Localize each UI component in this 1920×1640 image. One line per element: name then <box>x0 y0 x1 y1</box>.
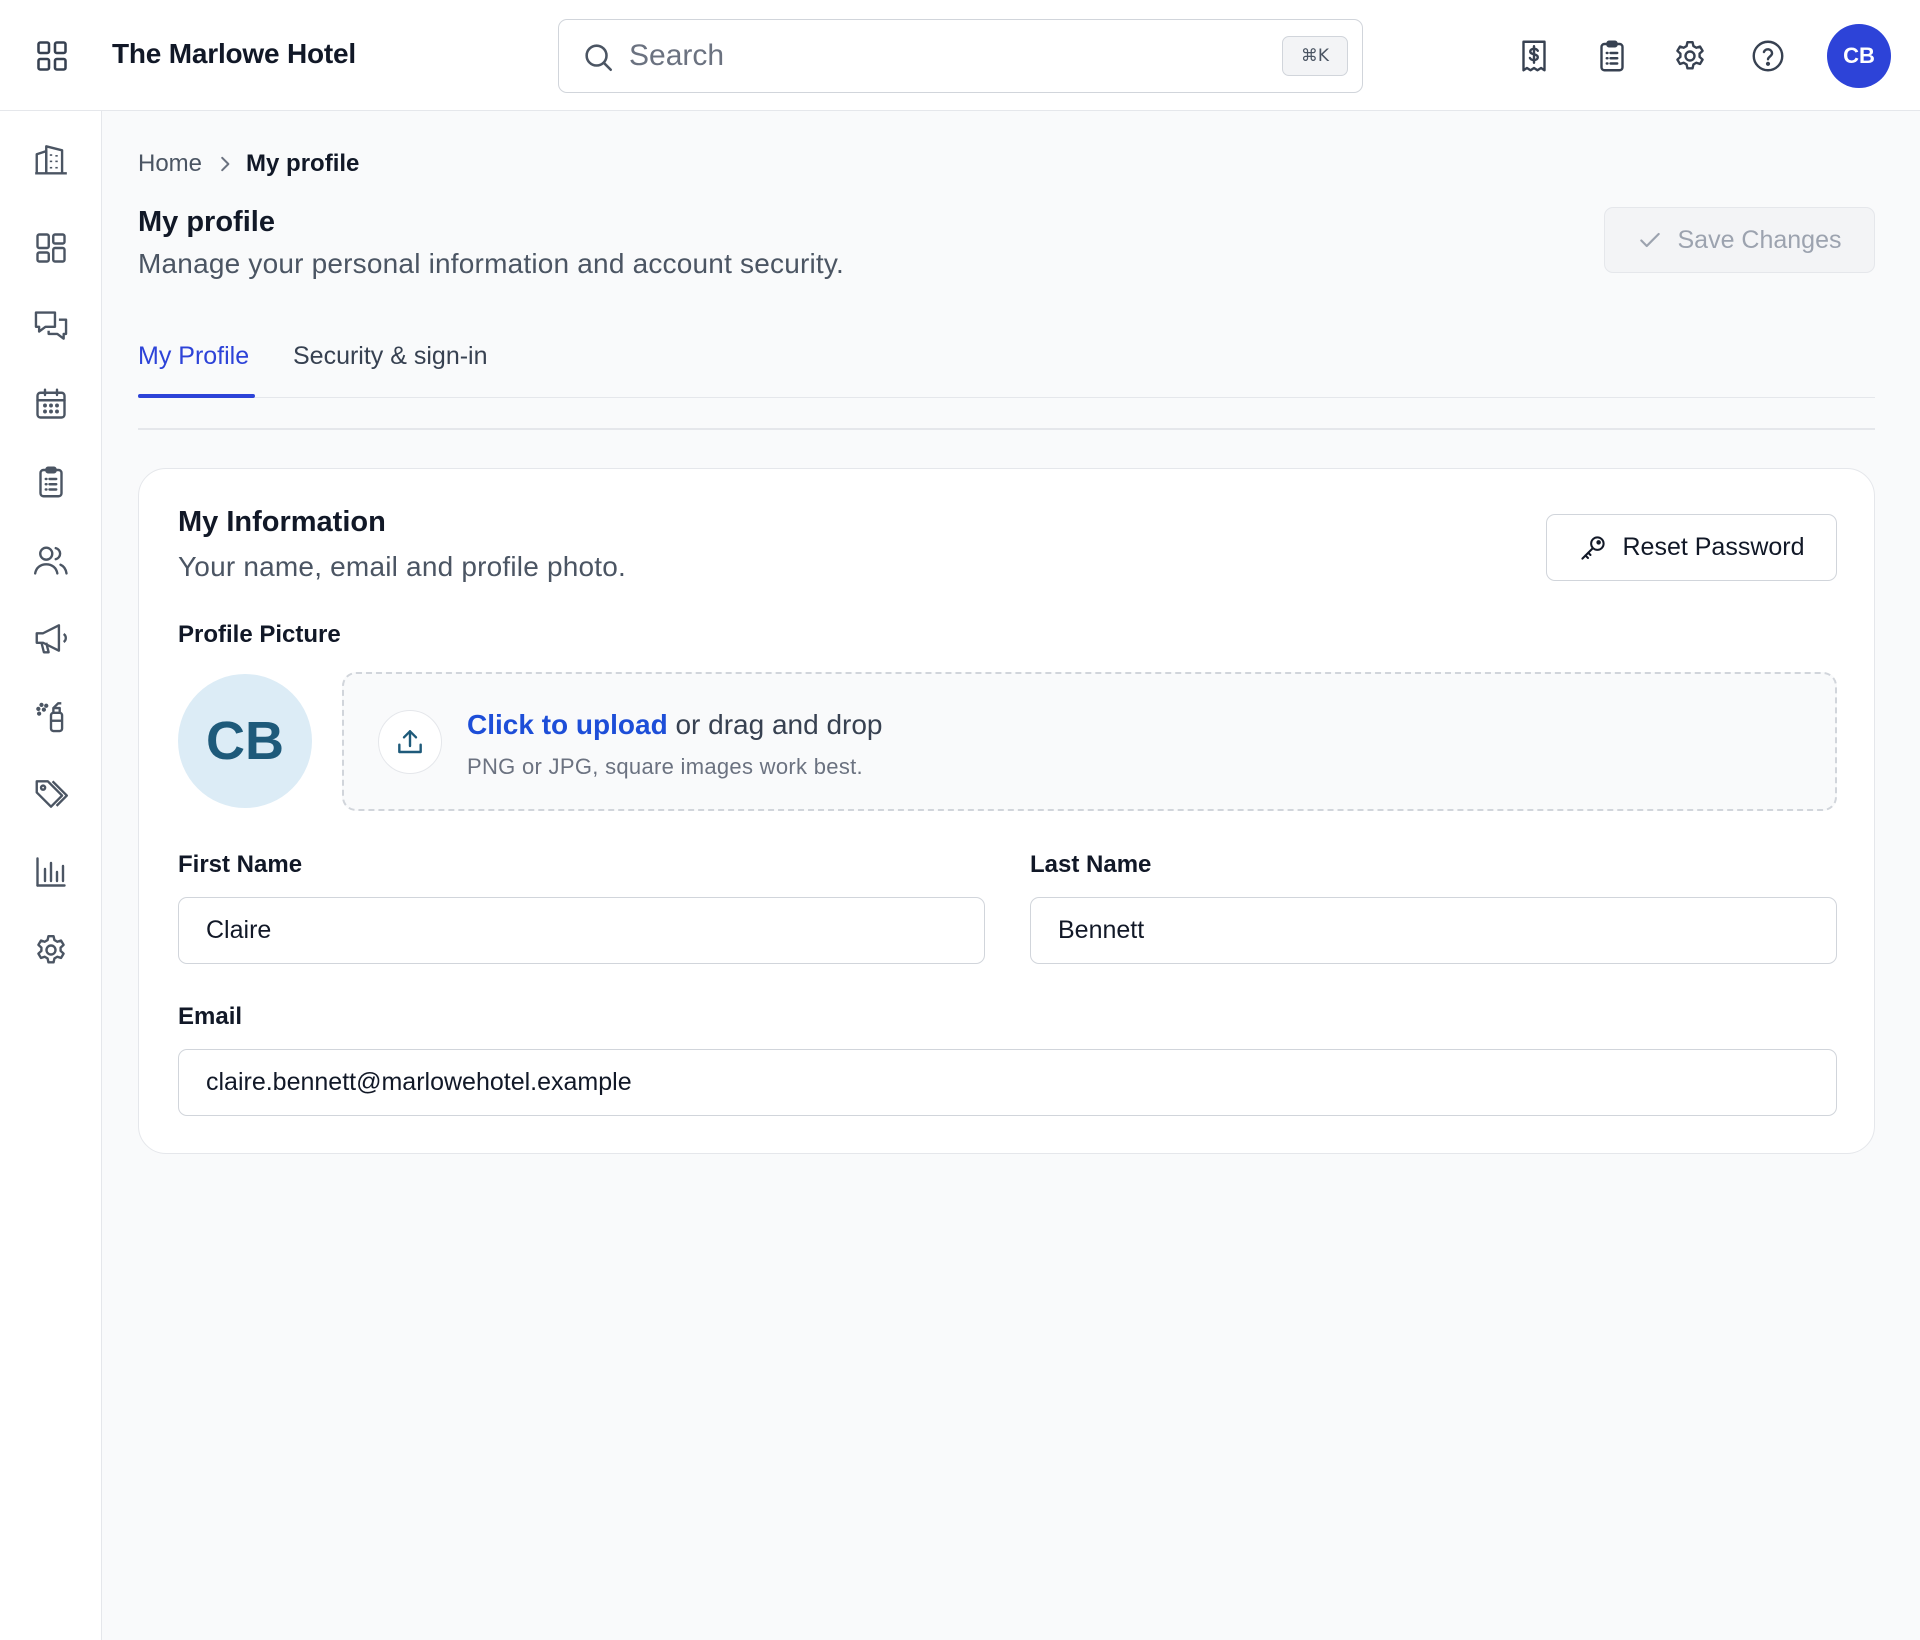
app-grid-icon[interactable] <box>26 30 78 82</box>
bar-chart-icon[interactable] <box>25 846 77 898</box>
tab-security-sign-in[interactable]: Security & sign-in <box>293 342 488 371</box>
side-nav <box>0 111 102 1640</box>
check-icon <box>1637 227 1663 253</box>
last-name-input[interactable] <box>1030 897 1837 964</box>
gear-icon[interactable] <box>1666 32 1714 80</box>
clipboard-list-icon[interactable] <box>1588 32 1636 80</box>
cleaning-spray-icon[interactable] <box>25 690 77 742</box>
click-to-upload-link[interactable]: Click to upload <box>467 709 668 740</box>
section-divider <box>138 428 1875 430</box>
page-title: My profile <box>138 206 275 238</box>
card-title: My Information <box>178 506 386 538</box>
page-subtitle: Manage your personal information and acc… <box>138 248 845 279</box>
active-tab-indicator <box>138 394 255 398</box>
chevron-right-icon <box>218 155 232 173</box>
email-label: Email <box>178 1003 243 1030</box>
megaphone-icon[interactable] <box>25 612 77 664</box>
upload-instructions: Click to upload or drag and drop <box>467 709 883 741</box>
breadcrumb-current: My profile <box>246 150 360 177</box>
tags-icon[interactable] <box>25 768 77 820</box>
search-input[interactable] <box>629 34 1229 78</box>
tab-my-profile[interactable]: My Profile <box>138 342 249 371</box>
profile-tabs: My Profile Security & sign-in <box>138 338 1875 398</box>
key-icon <box>1578 533 1608 563</box>
users-icon[interactable] <box>25 534 77 586</box>
top-bar: The Marlowe Hotel ⌘K <box>0 0 1920 111</box>
building-icon[interactable] <box>25 133 77 185</box>
drag-drop-text: or drag and drop <box>667 709 883 740</box>
profile-picture-label: Profile Picture <box>178 621 341 648</box>
calendar-icon[interactable] <box>25 378 77 430</box>
last-name-label: Last Name <box>1030 851 1152 878</box>
save-changes-label: Save Changes <box>1677 225 1842 254</box>
first-name-input[interactable] <box>178 897 985 964</box>
my-information-card: My Information Your name, email and prof… <box>138 468 1875 1154</box>
breadcrumb-home-link[interactable]: Home <box>138 150 202 178</box>
upload-icon <box>378 710 442 774</box>
chat-bubbles-icon[interactable] <box>25 300 77 352</box>
dashboard-grid-icon[interactable] <box>25 222 77 274</box>
breadcrumb: Home My profile <box>138 150 359 178</box>
upload-hint: PNG or JPG, square images work best. <box>467 754 863 779</box>
search-bar[interactable]: ⌘K <box>558 19 1363 93</box>
help-circle-icon[interactable] <box>1744 32 1792 80</box>
clipboard-icon[interactable] <box>25 456 77 508</box>
user-avatar-button[interactable]: CB <box>1827 24 1891 88</box>
reset-password-button[interactable]: Reset Password <box>1546 514 1837 581</box>
gear-icon[interactable] <box>25 924 77 976</box>
hotel-name: The Marlowe Hotel <box>112 38 356 69</box>
save-changes-button[interactable]: Save Changes <box>1604 207 1875 273</box>
receipt-dollar-icon[interactable] <box>1510 32 1558 80</box>
search-shortcut-badge: ⌘K <box>1282 36 1348 76</box>
profile-avatar: CB <box>178 674 312 808</box>
first-name-label: First Name <box>178 851 303 878</box>
upload-dropzone[interactable]: Click to upload or drag and drop PNG or … <box>342 672 1837 811</box>
email-input[interactable] <box>178 1049 1837 1116</box>
search-icon <box>581 40 615 74</box>
reset-password-label: Reset Password <box>1622 533 1805 561</box>
card-subtitle: Your name, email and profile photo. <box>178 551 627 582</box>
